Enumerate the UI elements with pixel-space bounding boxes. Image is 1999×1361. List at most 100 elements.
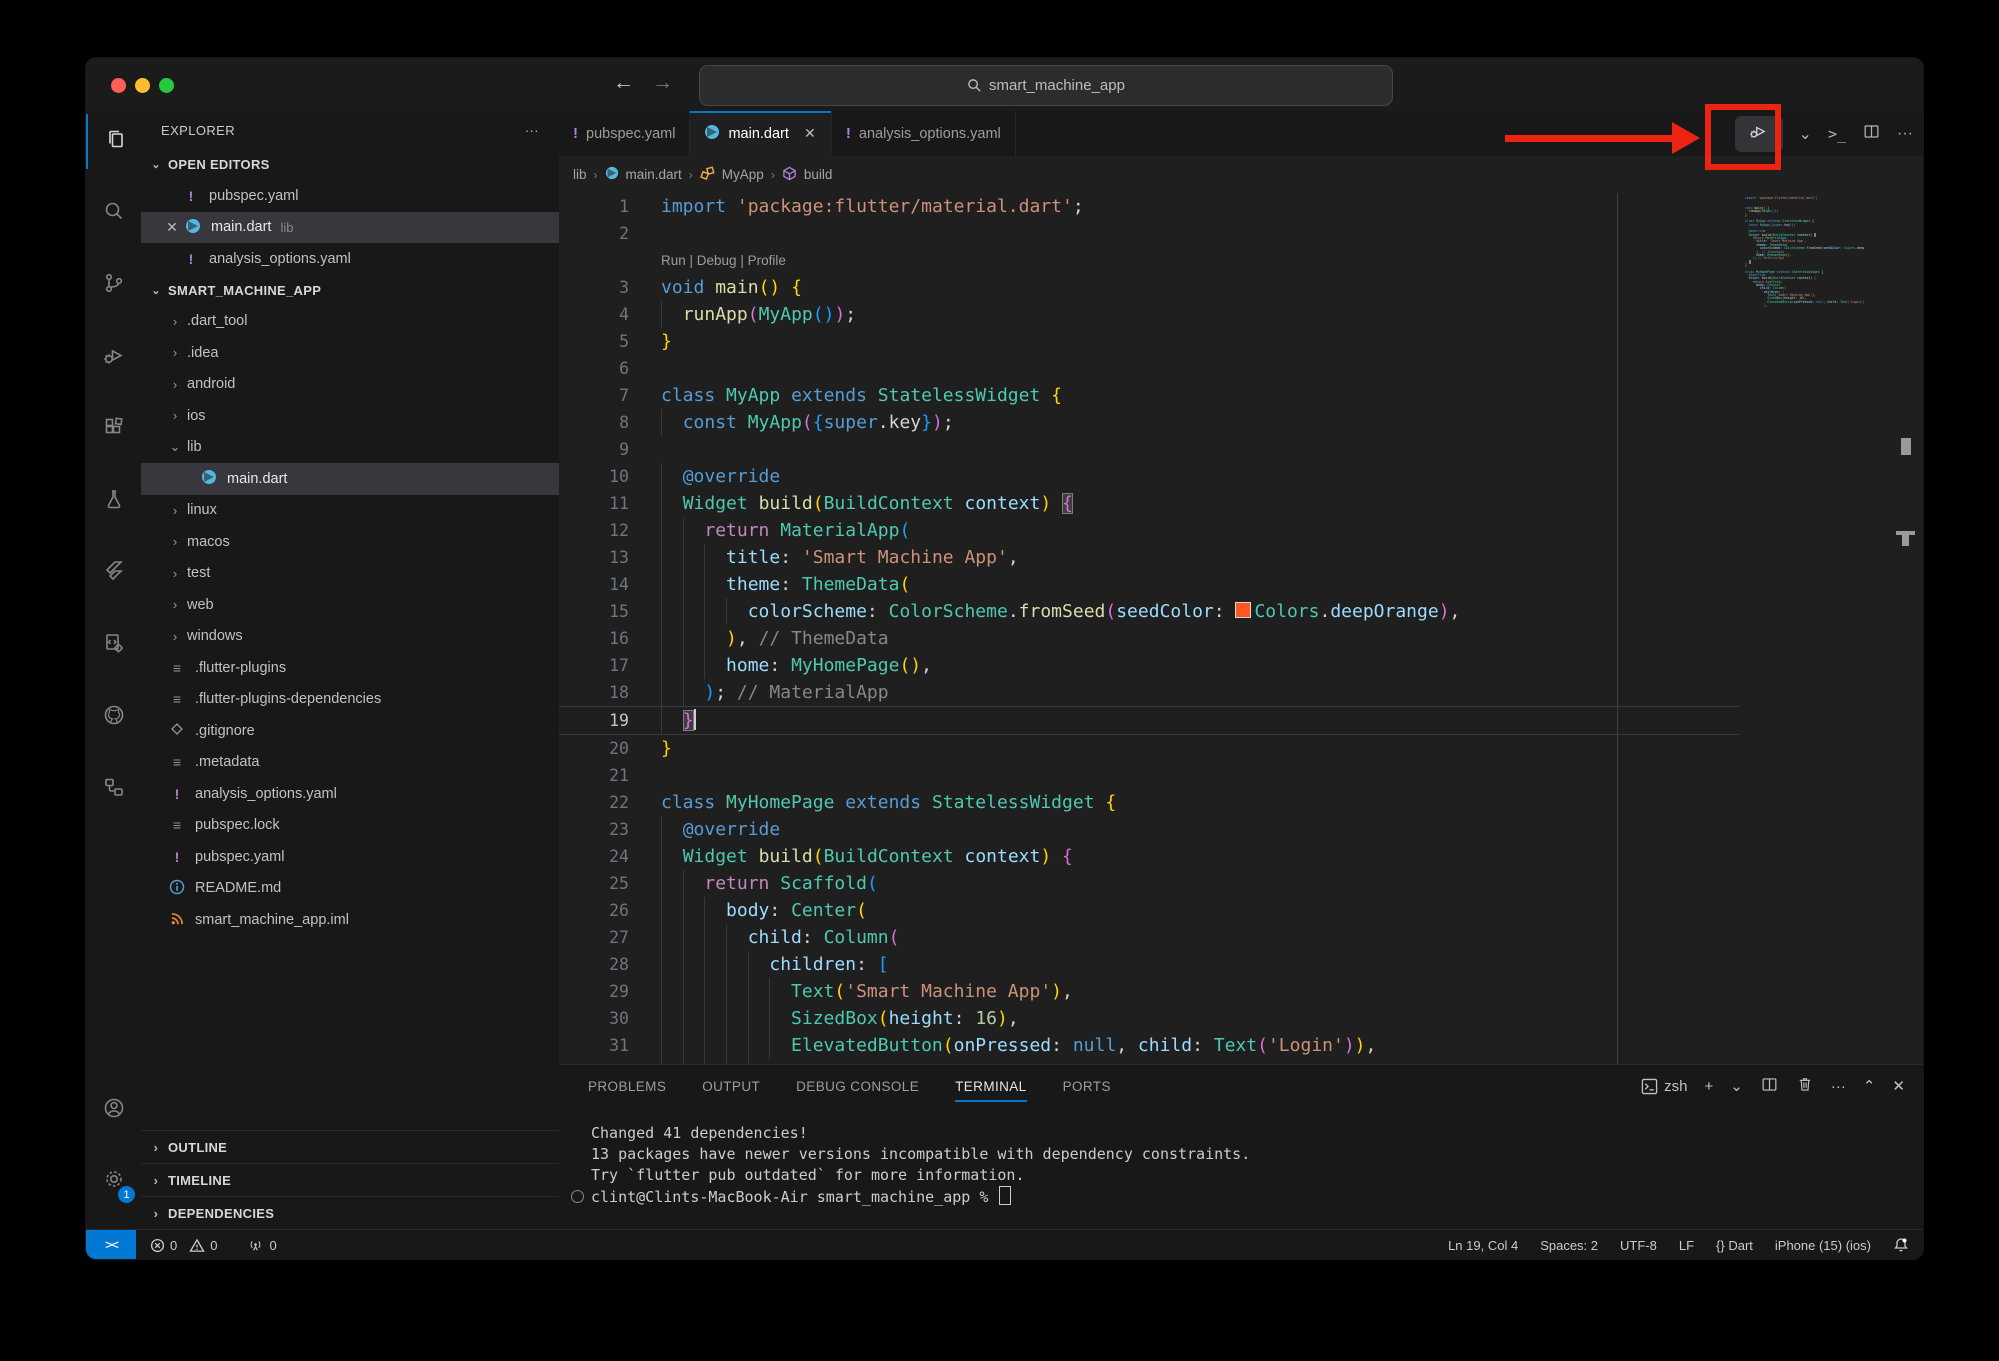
codelens-links[interactable]: Run | Debug | Profile <box>661 247 786 274</box>
tree-item[interactable]: ›ios <box>141 400 559 432</box>
activity-search[interactable] <box>86 186 141 241</box>
tree-item[interactable]: .gitignore <box>141 715 559 747</box>
split-terminal-icon[interactable] <box>1760 1075 1779 1098</box>
tree-item[interactable]: !analysis_options.yaml <box>141 778 559 810</box>
navigate-back-button[interactable]: ← <box>613 71 634 95</box>
code-line[interactable]: 10 @override <box>559 463 1739 490</box>
code-line[interactable]: 18 ); // MaterialApp <box>559 679 1739 706</box>
tree-item[interactable]: ⌄lib <box>141 432 559 464</box>
code-line[interactable]: 30 SizedBox(height: 16), <box>559 1005 1739 1032</box>
code-line[interactable]: 26 body: Center( <box>559 897 1739 924</box>
minimize-window-button[interactable] <box>135 78 150 93</box>
split-editor-icon[interactable] <box>1862 122 1881 146</box>
panel-tab-problems[interactable]: PROBLEMS <box>588 1065 666 1107</box>
tree-item[interactable]: main.dart <box>141 463 559 495</box>
open-editor-item[interactable]: !pubspec.yaml <box>141 180 559 212</box>
code-line[interactable]: 31 ElevatedButton(onPressed: null, child… <box>559 1032 1739 1059</box>
code-line[interactable]: 2 <box>559 220 1739 247</box>
tree-item[interactable]: ≡.metadata <box>141 747 559 779</box>
activity-run-debug[interactable] <box>86 330 141 385</box>
close-icon[interactable]: ✕ <box>163 219 181 236</box>
open-editor-item[interactable]: !analysis_options.yaml <box>141 243 559 275</box>
more-actions[interactable]: ··· <box>1831 1078 1846 1095</box>
tree-item[interactable]: README.md <box>141 873 559 905</box>
terminal-dropdown-chevron[interactable]: ⌄ <box>1730 1077 1743 1095</box>
tree-item[interactable]: ≡.flutter-plugins-dependencies <box>141 684 559 716</box>
code-line[interactable]: 5} <box>559 328 1739 355</box>
breadcrumb-item[interactable]: lib <box>573 167 587 182</box>
activity-code-settings[interactable] <box>86 618 141 673</box>
activity-explorer[interactable] <box>86 114 143 169</box>
breadcrumb-item[interactable]: main.dart <box>626 167 682 182</box>
open-editor-item[interactable]: ✕main.dartlib <box>141 212 559 244</box>
tree-item[interactable]: ›windows <box>141 621 559 653</box>
navigate-forward-button[interactable]: → <box>652 71 673 95</box>
tree-item[interactable]: smart_machine_app.iml <box>141 904 559 936</box>
code-line[interactable]: 16 ), // ThemeData <box>559 625 1739 652</box>
overview-ruler[interactable] <box>1864 193 1923 1064</box>
tab-analysis_options.yaml[interactable]: !analysis_options.yaml <box>832 111 1016 156</box>
activity-account[interactable] <box>86 1083 141 1138</box>
tree-item[interactable]: ≡pubspec.lock <box>141 810 559 842</box>
code-line[interactable]: 13 title: 'Smart Machine App', <box>559 544 1739 571</box>
code-line[interactable]: 23 @override <box>559 816 1739 843</box>
shell-badge[interactable]: zsh <box>1641 1078 1687 1095</box>
explorer-more-actions[interactable]: ··· <box>525 123 539 138</box>
code-line[interactable]: 7class MyApp extends StatelessWidget { <box>559 382 1739 409</box>
panel-tab-output[interactable]: OUTPUT <box>702 1065 760 1107</box>
remote-indicator[interactable]: >< <box>86 1230 136 1260</box>
section-outline[interactable]: ›OUTLINE <box>141 1130 559 1163</box>
tree-item[interactable]: ›test <box>141 558 559 590</box>
codelens-debug[interactable]: Debug <box>697 253 737 268</box>
terminal-output[interactable]: Changed 41 dependencies!13 packages have… <box>559 1123 1923 1208</box>
problems-indicator[interactable]: 0 0 <box>150 1238 217 1253</box>
tree-item[interactable]: !pubspec.yaml <box>141 841 559 873</box>
activity-github[interactable] <box>86 690 141 745</box>
tab-main.dart[interactable]: main.dart✕ <box>690 111 831 156</box>
code-line[interactable]: 9 <box>559 436 1739 463</box>
codelens-profile[interactable]: Profile <box>748 253 786 268</box>
code-editor[interactable]: 1import 'package:flutter/material.dart';… <box>559 193 1739 1064</box>
breadcrumb-item[interactable]: build <box>804 167 833 182</box>
ports-indicator[interactable]: 0 <box>247 1238 276 1253</box>
code-line[interactable]: 6 <box>559 355 1739 382</box>
tree-item[interactable]: ›android <box>141 369 559 401</box>
open-terminal[interactable]: >_ <box>1828 125 1846 143</box>
code-line[interactable]: 24 Widget build(BuildContext context) { <box>559 843 1739 870</box>
code-line[interactable]: 11 Widget build(BuildContext context) { <box>559 490 1739 517</box>
activity-flutter[interactable] <box>86 546 141 601</box>
maximize-panel[interactable]: ⌃ <box>1863 1077 1876 1095</box>
tree-item[interactable]: ›linux <box>141 495 559 527</box>
code-line[interactable]: 12 return MaterialApp( <box>559 517 1739 544</box>
notifications-bell-icon[interactable] <box>1893 1237 1909 1253</box>
minimap[interactable]: import 'package:flutter/material.dart'; … <box>1739 193 1864 1064</box>
code-line[interactable]: 22class MyHomePage extends StatelessWidg… <box>559 789 1739 816</box>
panel-tab-debug-console[interactable]: DEBUG CONSOLE <box>796 1065 919 1107</box>
code-line[interactable]: 3void main() { <box>559 274 1739 301</box>
cursor-position[interactable]: Ln 19, Col 4 <box>1448 1238 1518 1253</box>
tree-item[interactable]: ≡.flutter-plugins <box>141 652 559 684</box>
code-line[interactable]: 4 runApp(MyApp()); <box>559 301 1739 328</box>
tree-item[interactable]: ›web <box>141 589 559 621</box>
code-line[interactable]: 15 colorScheme: ColorScheme.fromSeed(see… <box>559 598 1739 625</box>
code-line[interactable]: 1import 'package:flutter/material.dart'; <box>559 193 1739 220</box>
tree-item[interactable]: ›.idea <box>141 337 559 369</box>
tree-item[interactable]: ›macos <box>141 526 559 558</box>
code-line[interactable]: 20} <box>559 735 1739 762</box>
section-open-editors[interactable]: ⌄OPEN EDITORS <box>141 149 559 180</box>
code-line[interactable]: 27 child: Column( <box>559 924 1739 951</box>
section-dependencies[interactable]: ›DEPENDENCIES <box>141 1196 559 1229</box>
code-line[interactable]: 21 <box>559 762 1739 789</box>
zoom-window-button[interactable] <box>159 78 174 93</box>
panel-tab-terminal[interactable]: TERMINAL <box>955 1065 1026 1107</box>
activity-connections[interactable] <box>86 762 141 817</box>
activity-testing[interactable] <box>86 474 141 529</box>
activity-settings[interactable]: 1 <box>86 1154 141 1209</box>
activity-extensions[interactable] <box>86 402 141 457</box>
code-line[interactable]: 14 theme: ThemeData( <box>559 571 1739 598</box>
close-window-button[interactable] <box>111 78 126 93</box>
language-mode[interactable]: {} Dart <box>1716 1238 1753 1253</box>
panel-tab-ports[interactable]: PORTS <box>1063 1065 1111 1107</box>
close-icon[interactable]: ✕ <box>803 125 817 142</box>
more-actions[interactable]: ··· <box>1897 125 1913 143</box>
